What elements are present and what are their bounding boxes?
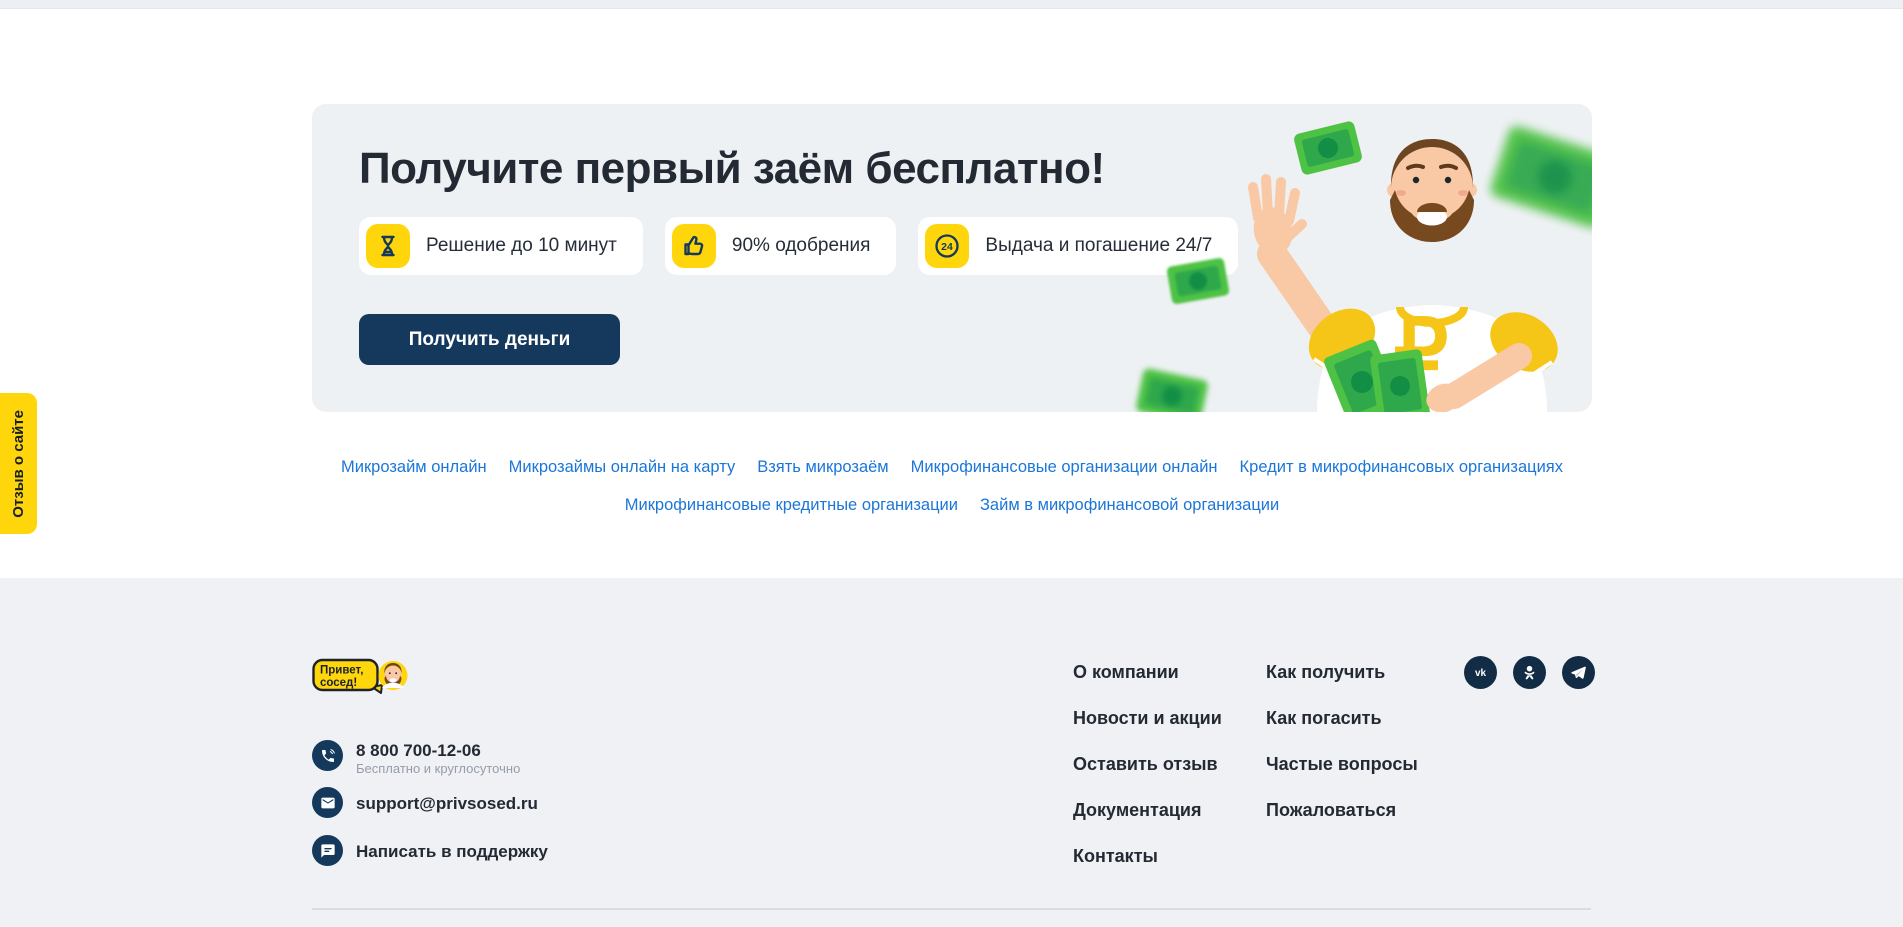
seo-link[interactable]: Кредит в микрофинансовых организациях [1240,458,1563,477]
vk-icon[interactable]: vk [1464,656,1497,689]
write-to-support-link[interactable]: Написать в поддержку [356,842,548,862]
seo-links-row-1: Микрозайм онлайн Микрозаймы онлайн на кар… [312,458,1592,477]
footer-nav-link[interactable]: Как погасить [1266,708,1382,728]
svg-text:vk: vk [1475,668,1487,679]
footer-divider [312,908,1591,910]
man-face [1387,139,1477,242]
man-with-money-illustration: ₽ [1032,104,1592,412]
seo-link[interactable]: Займ в микрофинансовой организации [980,496,1279,515]
telegram-icon[interactable] [1562,656,1595,689]
thumbs-up-icon [672,224,716,268]
seo-links-row-2: Микрофинансовые кредитные организации Зай… [312,496,1592,515]
24-7-icon: 24 [925,224,969,268]
social-links: vk [1464,656,1595,689]
money-bill-icon [1135,368,1209,412]
site-feedback-label: Отзыв о сайте [10,410,27,518]
footer-nav-link[interactable]: Контакты [1073,846,1158,866]
footer-nav-link[interactable]: О компании [1073,662,1179,682]
site-feedback-tab[interactable]: Отзыв о сайте [0,393,37,534]
hero-banner: Получите первый заём бесплатно! Решение … [312,104,1592,412]
hero-title: Получите первый заём бесплатно! [359,144,1105,194]
footer-nav-link[interactable]: Как получить [1266,662,1385,682]
seo-link[interactable]: Микрозаймы онлайн на карту [509,458,736,477]
footer-nav-link[interactable]: Пожаловаться [1266,800,1396,820]
phone-icon[interactable] [312,740,343,771]
support-email[interactable]: support@privsosed.ru [356,794,538,814]
money-bill-icon [1166,257,1230,304]
footer-nav-column-1: О компании Новости и акции Оставить отзыв Д… [1073,662,1222,892]
previous-section-edge [0,0,1903,9]
badge-label: Решение до 10 минут [426,235,617,257]
seo-link[interactable]: Взять микрозаём [757,458,888,477]
logo-text-line1: Привет, [320,665,363,677]
phone-number[interactable]: 8 800 700-12-06 [356,741,481,761]
hourglass-icon [366,224,410,268]
money-bill-icon [1293,120,1363,176]
email-icon[interactable] [312,787,343,818]
footer-nav-column-2: Как получить Как погасить Частые вопросы По… [1266,662,1418,846]
phone-note: Бесплатно и круглосуточно [356,761,520,776]
get-money-button[interactable]: Получить деньги [359,314,620,365]
badge-decision-time: Решение до 10 минут [359,217,643,275]
logo-avatar-icon [379,661,408,690]
seo-link[interactable]: Микрофинансовые кредитные организации [625,496,958,515]
badge-approval-rate: 90% одобрения [665,217,897,275]
chat-icon[interactable] [312,835,343,866]
footer-nav-link[interactable]: Документация [1073,800,1201,820]
money-bill-icon [1488,124,1592,230]
logo[interactable]: Привет, сосед! [312,658,408,694]
seo-links: Микрозайм онлайн Микрозаймы онлайн на кар… [312,458,1592,515]
footer: Привет, сосед! 8 800 700-12-06 Бесплатно… [0,578,1903,927]
badge-label: 90% одобрения [732,235,871,257]
footer-nav-link[interactable]: Оставить отзыв [1073,754,1218,774]
seo-link[interactable]: Микрофинансовые организации онлайн [911,458,1218,477]
seo-link[interactable]: Микрозайм онлайн [341,458,487,477]
badge-24-text: 24 [942,241,954,253]
footer-nav-link[interactable]: Частые вопросы [1266,754,1418,774]
waving-hand [1249,179,1330,338]
ok-icon[interactable] [1513,656,1546,689]
footer-nav-link[interactable]: Новости и акции [1073,708,1222,728]
logo-text-line2: сосед! [320,677,357,689]
